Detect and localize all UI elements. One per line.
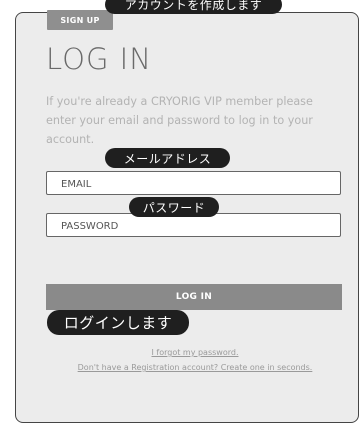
create-account-link[interactable]: Don't have a Registration account? Creat… <box>30 363 360 372</box>
annotation-password: パスワード <box>129 197 219 217</box>
annotation-email: メールアドレス <box>105 148 230 168</box>
annotation-login: ログインします <box>47 310 189 335</box>
annotation-create-account: アカウントを作成します <box>105 0 282 14</box>
intro-text: If you're already a CRYORIG VIP member p… <box>46 95 313 146</box>
email-field[interactable]: EMAIL <box>46 171 341 195</box>
page-title: LOG IN <box>46 42 152 76</box>
login-button[interactable]: LOG IN <box>46 284 342 310</box>
signup-tab[interactable]: SIGN UP <box>47 10 113 30</box>
forgot-password-link[interactable]: I forgot my password. <box>30 348 360 357</box>
